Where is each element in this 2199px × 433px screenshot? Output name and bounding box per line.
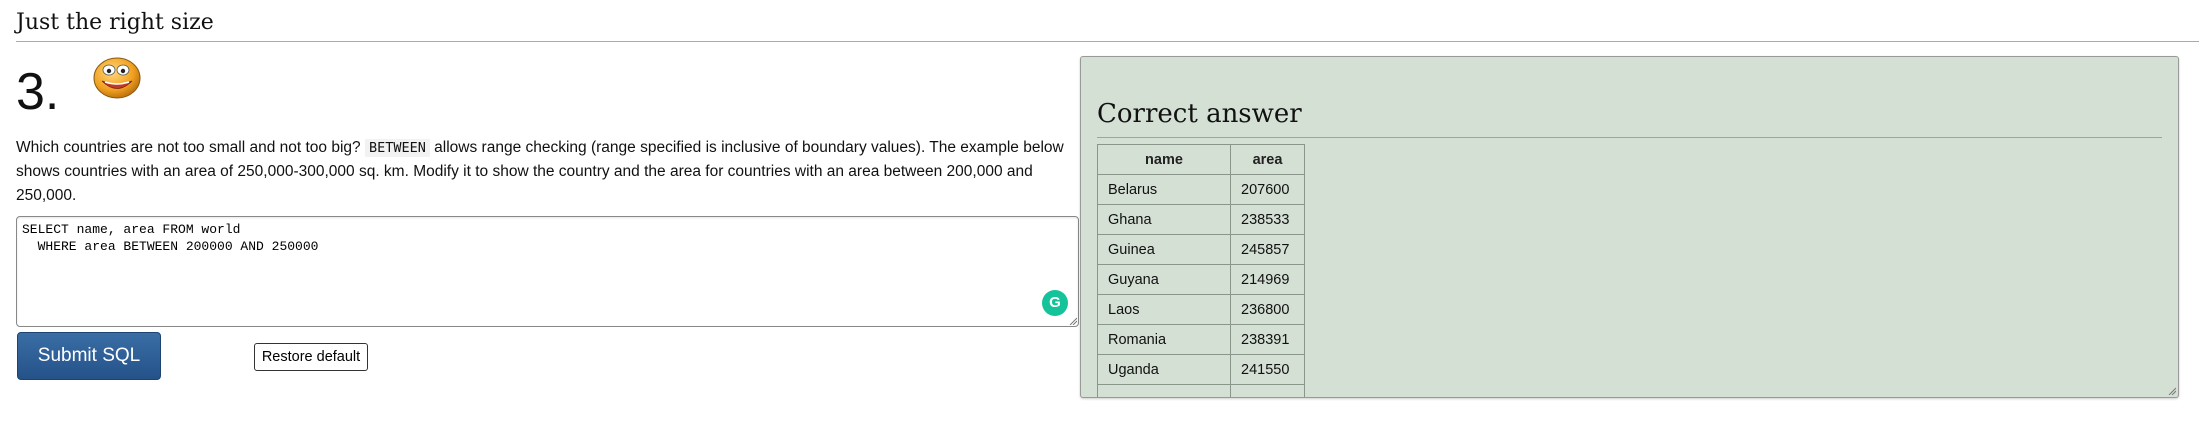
cell-name: Guyana bbox=[1097, 264, 1231, 295]
answer-table: name area Belarus 207600 Ghana 238533 Gu… bbox=[1097, 144, 1305, 397]
cell-area: 214969 bbox=[1230, 264, 1305, 295]
table-row: Romania 238391 bbox=[1097, 324, 1305, 355]
cell-name: Uganda bbox=[1097, 354, 1231, 385]
table-row: Laos 236800 bbox=[1097, 294, 1305, 325]
cell-area: 238533 bbox=[1230, 204, 1305, 235]
cell-name: Guinea bbox=[1097, 234, 1231, 265]
smiley-icon bbox=[93, 57, 141, 99]
correct-answer-panel: Correct answer name area Belarus 207600 … bbox=[1080, 56, 2179, 398]
question-text-before: Which countries are not too small and no… bbox=[16, 139, 361, 156]
cell-area: 207600 bbox=[1230, 174, 1305, 205]
question-number: 3. bbox=[16, 63, 60, 121]
grammarly-icon[interactable]: G bbox=[1042, 290, 1068, 316]
section-title: Just the right size bbox=[16, 10, 214, 35]
cell-area: 241550 bbox=[1230, 354, 1305, 385]
column-header-name: name bbox=[1097, 144, 1231, 175]
answer-divider bbox=[1097, 137, 2162, 138]
question-text: Which countries are not too small and no… bbox=[16, 136, 1076, 208]
table-row: Guyana 214969 bbox=[1097, 264, 1305, 295]
section-divider bbox=[16, 41, 2199, 42]
cell-name: Romania bbox=[1097, 324, 1231, 355]
table-row: Ghana 238533 bbox=[1097, 204, 1305, 235]
sql-editor[interactable]: SELECT name, area FROM world WHERE area … bbox=[16, 216, 1079, 327]
table-row: Belarus 207600 bbox=[1097, 174, 1305, 205]
table-row: Uganda 241550 bbox=[1097, 354, 1305, 385]
resize-grip-icon[interactable] bbox=[1069, 317, 1077, 325]
cell-name: Ghana bbox=[1097, 204, 1231, 235]
submit-sql-button[interactable]: Submit SQL bbox=[17, 332, 161, 380]
column-header-area: area bbox=[1230, 144, 1305, 175]
restore-default-button[interactable]: Restore default bbox=[254, 343, 368, 371]
cell-area bbox=[1230, 384, 1305, 397]
table-row: Guinea 245857 bbox=[1097, 234, 1305, 265]
panel-resize-grip-icon[interactable] bbox=[2168, 387, 2176, 395]
cell-name: Laos bbox=[1097, 294, 1231, 325]
between-keyword: BETWEEN bbox=[364, 139, 430, 157]
cell-area: 238391 bbox=[1230, 324, 1305, 355]
cell-name: Belarus bbox=[1097, 174, 1231, 205]
cell-area: 245857 bbox=[1230, 234, 1305, 265]
table-row bbox=[1097, 384, 1305, 397]
table-header-row: name area bbox=[1097, 144, 1305, 175]
answer-title: Correct answer bbox=[1097, 99, 1302, 129]
cell-area: 236800 bbox=[1230, 294, 1305, 325]
cell-name bbox=[1097, 384, 1231, 397]
